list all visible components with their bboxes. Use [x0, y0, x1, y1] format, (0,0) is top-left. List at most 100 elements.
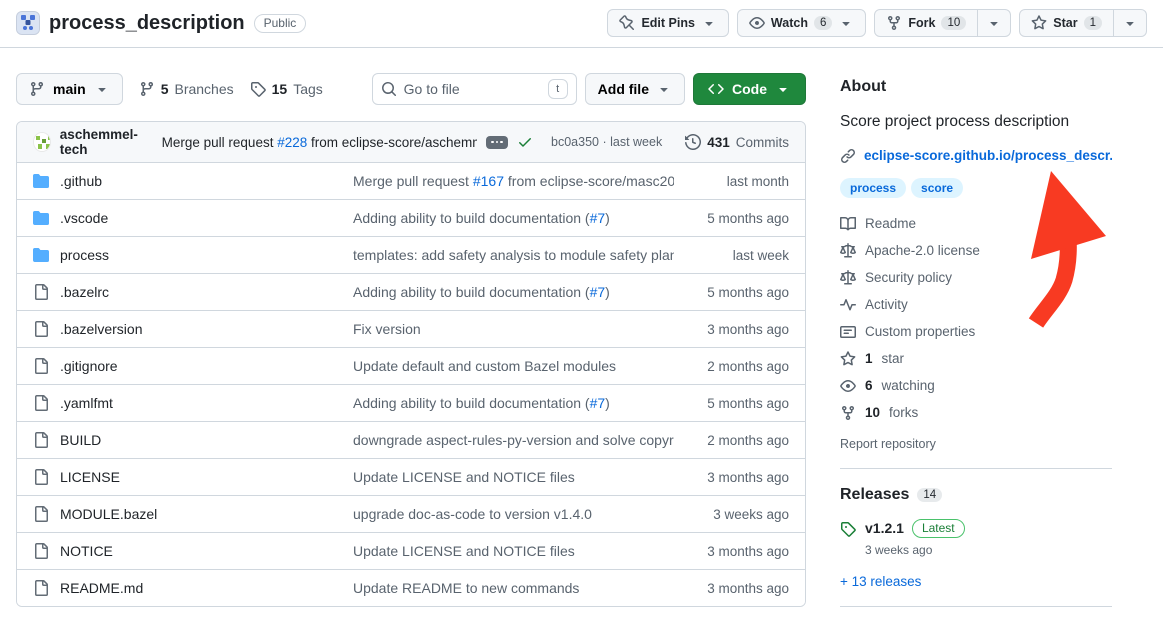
row-commit-date: 5 months ago — [674, 285, 789, 300]
org-avatar[interactable] — [16, 11, 40, 35]
row-commit-message[interactable]: Update README to new commands — [353, 580, 674, 596]
search-icon — [381, 81, 397, 97]
topic-tag[interactable]: process — [840, 178, 906, 198]
commit-history-link[interactable]: 431 Commits — [685, 134, 789, 150]
row-commit-message[interactable]: Update LICENSE and NOTICE files — [353, 543, 674, 559]
file-name-link[interactable]: BUILD — [60, 432, 101, 448]
branch-selector[interactable]: main — [16, 73, 123, 105]
file-name-link[interactable]: .github — [60, 173, 102, 189]
star-count: 1 — [1084, 16, 1102, 30]
eye-icon — [749, 15, 765, 31]
file-name-link[interactable]: README.md — [60, 580, 143, 596]
visibility-badge: Public — [254, 14, 307, 33]
watch-button[interactable]: Watch 6 — [737, 9, 866, 37]
row-commit-message[interactable]: Fix version — [353, 321, 674, 337]
row-commit-date: last week — [674, 248, 789, 263]
about-links: Readme Apache-2.0 license Security polic… — [840, 216, 1112, 421]
commit-author-link[interactable]: aschemmel-tech — [60, 127, 153, 157]
release-time: 3 weeks ago — [865, 543, 965, 557]
row-commit-message[interactable]: Update default and custom Bazel modules — [353, 358, 674, 374]
dir-icon — [33, 247, 49, 263]
topic-tag[interactable]: score — [911, 178, 963, 198]
website-link[interactable]: eclipse-score.github.io/process_descr... — [864, 148, 1112, 163]
row-commit-message[interactable]: templates: add safety analysis to module… — [353, 247, 674, 263]
sidebar-link[interactable]: Readme — [840, 216, 1112, 232]
commit-author-avatar[interactable] — [33, 132, 51, 152]
go-to-file-input[interactable] — [404, 81, 541, 97]
more-releases-link[interactable]: + 13 releases — [840, 574, 921, 589]
commit-sha-link[interactable]: bc0a350 · last week — [551, 135, 662, 149]
row-commit-date: 3 months ago — [674, 581, 789, 596]
file-rows: .github Merge pull request #167 from ecl… — [17, 162, 805, 606]
file-icon — [33, 580, 49, 596]
chevron-down-icon — [1122, 15, 1138, 31]
row-commit-message[interactable]: Adding ability to build documentation (#… — [353, 395, 674, 411]
row-commit-message[interactable]: Adding ability to build documentation (#… — [353, 284, 674, 300]
pulse-icon — [840, 297, 856, 313]
sidebar-link[interactable]: 1 star — [840, 351, 1112, 367]
report-repository-link[interactable]: Report repository — [840, 437, 936, 451]
table-row: BUILD downgrade aspect-rules-py-version … — [17, 421, 805, 458]
fork-dropdown-button[interactable] — [978, 9, 1011, 37]
file-name-link[interactable]: MODULE.bazel — [60, 506, 157, 522]
checks-passed-icon[interactable] — [517, 134, 533, 150]
code-button[interactable]: Code — [693, 73, 806, 105]
row-commit-message[interactable]: upgrade doc-as-code to version v1.4.0 — [353, 506, 674, 522]
chevron-down-icon — [838, 15, 854, 31]
file-name-link[interactable]: NOTICE — [60, 543, 113, 559]
expand-commit-message-button[interactable] — [486, 136, 508, 149]
latest-commit-bar: aschemmel-tech Merge pull request #228 f… — [17, 122, 805, 162]
file-icon — [33, 506, 49, 522]
row-commit-message[interactable]: downgrade aspect-rules-py-version and so… — [353, 432, 674, 448]
sidebar-divider — [840, 606, 1112, 607]
dir-icon — [33, 173, 49, 189]
edit-pins-button[interactable]: Edit Pins — [607, 9, 728, 37]
table-row: .vscode Adding ability to build document… — [17, 199, 805, 236]
tag-icon — [840, 521, 856, 557]
table-row: .yamlfmt Adding ability to build documen… — [17, 384, 805, 421]
sidebar-link[interactable]: Security policy — [840, 270, 1112, 286]
table-row: LICENSE Update LICENSE and NOTICE files … — [17, 458, 805, 495]
sidebar-link[interactable]: 10 forks — [840, 405, 1112, 421]
fork-icon — [886, 15, 902, 31]
latest-release[interactable]: v1.2.1 Latest 3 weeks ago — [840, 519, 1112, 557]
repo-title[interactable]: process_description — [49, 12, 245, 35]
release-version-link[interactable]: v1.2.1 — [865, 520, 904, 536]
file-name-link[interactable]: process — [60, 247, 109, 263]
star-button[interactable]: Star 1 — [1019, 9, 1114, 37]
pr-number-link[interactable]: #7 — [590, 395, 606, 411]
file-name-link[interactable]: .yamlfmt — [60, 395, 113, 411]
pr-number-link[interactable]: #167 — [473, 173, 504, 189]
go-to-file-search[interactable]: t — [372, 73, 577, 105]
code-icon — [708, 81, 724, 97]
repo-description: Score project process description — [840, 111, 1112, 133]
file-name-link[interactable]: .bazelrc — [60, 284, 109, 300]
releases-count: 14 — [917, 488, 942, 502]
row-commit-message[interactable]: Update LICENSE and NOTICE files — [353, 469, 674, 485]
fork-button[interactable]: Fork 10 — [874, 9, 978, 37]
pr-number-link[interactable]: #7 — [590, 210, 606, 226]
pr-number-link[interactable]: #228 — [277, 135, 307, 150]
sidebar-link[interactable]: Custom properties — [840, 324, 1112, 340]
sidebar-link[interactable]: Activity — [840, 297, 1112, 313]
tags-link[interactable]: 15 Tags — [250, 81, 323, 97]
sidebar-divider — [840, 468, 1112, 469]
file-name-link[interactable]: .bazelversion — [60, 321, 143, 337]
repo-sidebar: About Score project process description … — [840, 48, 1112, 624]
star-dropdown-button[interactable] — [1114, 9, 1147, 37]
branches-link[interactable]: 5 Branches — [139, 81, 234, 97]
commit-message[interactable]: Merge pull request #228 from eclipse-sco… — [162, 135, 477, 150]
pr-number-link[interactable]: #7 — [590, 284, 606, 300]
sidebar-link[interactable]: Apache-2.0 license — [840, 243, 1112, 259]
note-icon — [840, 324, 856, 340]
file-name-link[interactable]: LICENSE — [60, 469, 120, 485]
row-commit-message[interactable]: Adding ability to build documentation (#… — [353, 210, 674, 226]
file-name-link[interactable]: .vscode — [60, 210, 108, 226]
row-commit-date: 2 months ago — [674, 433, 789, 448]
add-file-button[interactable]: Add file — [585, 73, 685, 105]
file-name-link[interactable]: .gitignore — [60, 358, 118, 374]
row-commit-message[interactable]: Merge pull request #167 from eclipse-sco… — [353, 173, 674, 189]
table-row: .github Merge pull request #167 from ecl… — [17, 162, 805, 199]
latest-badge: Latest — [912, 519, 965, 538]
sidebar-link[interactable]: 6 watching — [840, 378, 1112, 394]
